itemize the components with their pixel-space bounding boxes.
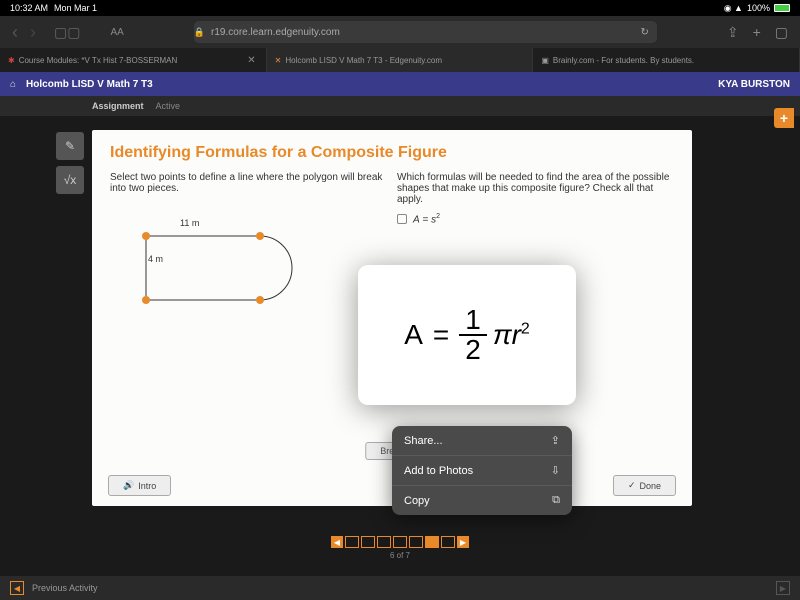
url-bar[interactable]: 🔒 r19.core.learn.edgenuity.com ↻ [194, 21, 657, 43]
previous-activity-label[interactable]: Previous Activity [32, 583, 98, 593]
page-2[interactable] [361, 536, 375, 548]
tab-label: Holcomb LISD V Math 7 T3 - Edgenuity.com [285, 56, 442, 65]
wifi-icon: ◉ ▲ [724, 3, 743, 14]
dimension-top: 11 m [180, 218, 199, 228]
next-arrow-icon[interactable]: ▶ [776, 581, 790, 595]
bookmarks-icon[interactable]: ▢▢ [54, 24, 80, 41]
page-prev-button[interactable]: ◀ [331, 536, 343, 548]
home-icon[interactable]: ⌂ [10, 79, 16, 90]
menu-share[interactable]: Share... ⇪ [392, 426, 572, 456]
done-button[interactable]: ✓ Done [613, 475, 676, 496]
tab-close-icon[interactable]: ✕ [247, 55, 255, 66]
page-5[interactable] [409, 536, 423, 548]
download-icon: ⇩ [551, 464, 560, 477]
tab-favicon-icon: ✱ [8, 56, 15, 65]
tab-favicon-icon: ▣ [541, 56, 549, 65]
share-icon: ⇪ [551, 434, 560, 447]
tab-label: Brainly.com - For students. By students. [553, 56, 694, 65]
page-counter: 6 of 7 [390, 551, 410, 560]
forward-button[interactable]: › [30, 22, 36, 43]
tab-label: Course Modules: *V Tx Hist 7-BOSSERMAN [19, 56, 178, 65]
panel-title: Identifying Formulas for a Composite Fig… [92, 130, 692, 172]
page-3[interactable] [377, 536, 391, 548]
context-menu: Share... ⇪ Add to Photos ⇩ Copy ⧉ [392, 426, 572, 515]
browser-tabs: ✱ Course Modules: *V Tx Hist 7-BOSSERMAN… [0, 48, 800, 72]
tab-favicon-icon: ✕ [275, 56, 282, 65]
prev-arrow-icon[interactable]: ◀ [10, 581, 24, 595]
tab-3[interactable]: ▣ Brainly.com - For students. By student… [533, 48, 800, 72]
copy-icon: ⧉ [552, 494, 560, 507]
menu-add-photos[interactable]: Add to Photos ⇩ [392, 456, 572, 486]
url-text: r19.core.learn.edgenuity.com [211, 27, 340, 38]
checkbox-option-1[interactable]: A = s2 [397, 213, 674, 225]
bottom-nav: ◀ Previous Activity ▶ [0, 576, 800, 600]
intro-button[interactable]: 🔊 Intro [108, 475, 171, 496]
sub-header: Assignment Active [0, 96, 800, 116]
share-icon[interactable]: ⇪ [727, 24, 739, 41]
tabs-icon[interactable]: ▢ [775, 24, 788, 41]
tool-buttons: ✎ √x [56, 132, 84, 194]
status-date: Mon Mar 1 [54, 3, 97, 13]
pencil-tool-icon[interactable]: ✎ [56, 132, 84, 160]
shape-svg [140, 230, 320, 310]
lock-icon: 🔒 [194, 27, 205, 38]
refresh-icon[interactable]: ↻ [640, 27, 648, 38]
ios-status-bar: 10:32 AM Mon Mar 1 ◉ ▲ 100% [0, 0, 800, 16]
battery-pct: 100% [747, 3, 770, 13]
left-column: Select two points to define a line where… [110, 172, 387, 318]
pagination: ◀ ▶ [331, 536, 469, 548]
checkbox-icon[interactable] [397, 214, 407, 224]
check-icon: ✓ [628, 480, 636, 491]
battery-icon [774, 4, 790, 12]
safari-toolbar: ‹ › ▢▢ AA 🔒 r19.core.learn.edgenuity.com… [0, 16, 800, 48]
tab-2[interactable]: ✕ Holcomb LISD V Math 7 T3 - Edgenuity.c… [267, 48, 534, 72]
formula-popup[interactable]: A = 12 πr2 [358, 265, 576, 405]
composite-figure[interactable]: 11 m 4 m [110, 218, 330, 318]
status-time: 10:32 AM [10, 3, 48, 13]
page-7[interactable] [441, 536, 455, 548]
page-1[interactable] [345, 536, 359, 548]
course-title: Holcomb LISD V Math 7 T3 [26, 79, 153, 90]
formula-equation: A = 12 πr2 [404, 306, 530, 364]
page-4[interactable] [393, 536, 407, 548]
formula-text: A = s2 [413, 213, 440, 225]
new-tab-icon[interactable]: + [753, 24, 761, 41]
left-instruction: Select two points to define a line where… [110, 172, 387, 194]
app-header: ⌂ Holcomb LISD V Math 7 T3 KYA BURSTON [0, 72, 800, 96]
menu-copy[interactable]: Copy ⧉ [392, 486, 572, 515]
tab-1[interactable]: ✱ Course Modules: *V Tx Hist 7-BOSSERMAN… [0, 48, 267, 72]
page-6[interactable] [425, 536, 439, 548]
text-size-button[interactable]: AA [110, 27, 123, 38]
assignment-label: Assignment [92, 101, 144, 111]
page-next-button[interactable]: ▶ [457, 536, 469, 548]
add-button[interactable]: + [774, 108, 794, 128]
speaker-icon: 🔊 [123, 480, 134, 491]
user-name: KYA BURSTON [718, 79, 790, 90]
calculator-tool-icon[interactable]: √x [56, 166, 84, 194]
right-instruction: Which formulas will be needed to find th… [397, 172, 674, 205]
active-label: Active [156, 101, 181, 111]
back-button[interactable]: ‹ [12, 22, 18, 43]
